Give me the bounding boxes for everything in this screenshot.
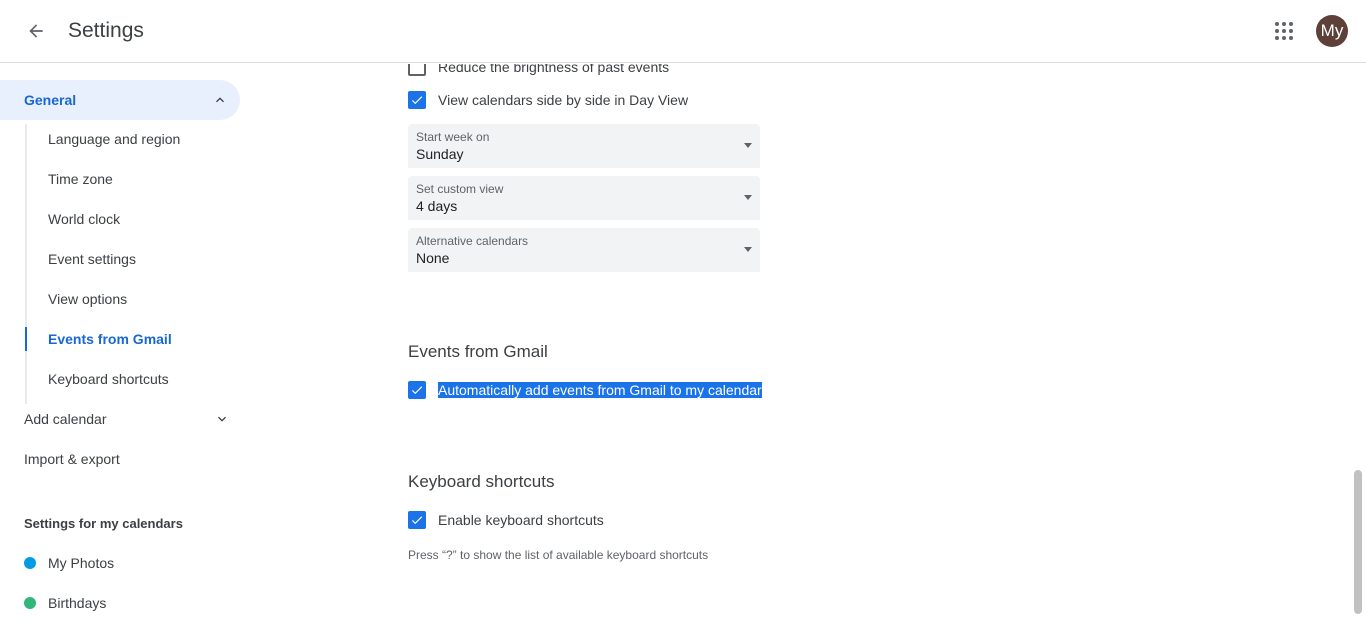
reduce-brightness-option[interactable]: Reduce the brightness of past events (408, 64, 669, 76)
side-by-side-checkbox[interactable] (408, 91, 426, 109)
reduce-brightness-label: Reduce the brightness of past events (438, 64, 670, 75)
keyboard-shortcuts-hint: Press “?” to show the list of available … (408, 548, 709, 562)
sidebar-item-world-clock[interactable]: World clock (48, 199, 238, 239)
chevron-up-icon (216, 97, 224, 103)
check-icon (411, 96, 423, 105)
alternative-calendars-select[interactable]: Alternative calendars None (408, 228, 760, 272)
events-from-gmail-heading: Events from Gmail (408, 342, 548, 361)
keyboard-shortcuts-option[interactable]: Enable keyboard shortcuts (408, 511, 604, 529)
side-by-side-option[interactable]: View calendars side by side in Day View (408, 91, 688, 109)
dropdown-arrow-icon (744, 247, 752, 252)
custom-view-label: Set custom view (416, 182, 504, 196)
sidebar-item-birthdays[interactable]: Birthdays (24, 583, 106, 623)
page-title: Settings (68, 19, 144, 42)
start-week-value: Sunday (416, 146, 464, 162)
sidebar-item-import-export[interactable]: Import & export (24, 439, 234, 479)
check-icon (411, 386, 423, 395)
chevron-down-icon (218, 416, 226, 422)
keyboard-shortcuts-heading: Keyboard shortcuts (408, 472, 555, 491)
check-icon (411, 516, 423, 525)
arrow-back-icon (29, 24, 43, 38)
alternative-calendars-label: Alternative calendars (416, 234, 529, 248)
sidebar-item-time-zone[interactable]: Time zone (48, 159, 238, 199)
alternative-calendars-value: None (416, 250, 450, 266)
apps-grid-icon (1275, 22, 1293, 40)
calendar-label: Birthdays (48, 595, 107, 611)
calendar-label: My Photos (48, 555, 115, 571)
sidebar-item-view-options[interactable]: View options (48, 279, 238, 319)
settings-sidebar: General Language and region Time zone Wo… (0, 64, 256, 614)
keyboard-shortcuts-label: Enable keyboard shortcuts (438, 512, 604, 528)
top-app-bar: Settings My (0, 0, 1366, 63)
dropdown-arrow-icon (744, 143, 752, 148)
submenu-divider (25, 124, 27, 404)
side-by-side-label: View calendars side by side in Day View (438, 92, 689, 108)
active-indicator (25, 327, 27, 351)
back-button[interactable] (20, 15, 52, 47)
apps-button[interactable] (1268, 15, 1300, 47)
dropdown-arrow-icon (744, 195, 752, 200)
sidebar-item-event-settings[interactable]: Event settings (48, 239, 238, 279)
sidebar-item-language-region[interactable]: Language and region (48, 119, 238, 159)
account-avatar[interactable]: My (1316, 15, 1348, 47)
start-week-label: Start week on (416, 130, 490, 144)
gmail-auto-add-checkbox[interactable] (408, 381, 426, 399)
start-week-select[interactable]: Start week on Sunday (408, 124, 760, 168)
sidebar-item-events-from-gmail[interactable]: Events from Gmail (48, 319, 238, 359)
calendar-color-dot (24, 597, 36, 609)
gmail-auto-add-option[interactable]: Automatically add events from Gmail to m… (408, 381, 762, 399)
sidebar-item-add-calendar[interactable]: Add calendar (24, 399, 234, 439)
custom-view-value: 4 days (416, 198, 458, 214)
reduce-brightness-checkbox[interactable] (408, 64, 426, 76)
sidebar-item-add-calendar-label: Add calendar (24, 411, 107, 427)
my-calendars-section-title: Settings for my calendars (24, 516, 183, 531)
calendar-color-dot (24, 557, 36, 569)
settings-content: Reduce the brightness of past events Vie… (256, 64, 1352, 614)
sidebar-item-keyboard-shortcuts[interactable]: Keyboard shortcuts (48, 359, 238, 399)
sidebar-item-general[interactable]: General (0, 80, 240, 120)
scrollbar-thumb[interactable] (1354, 470, 1362, 614)
gmail-auto-add-label: Automatically add events from Gmail to m… (438, 382, 762, 398)
sidebar-item-my-photos[interactable]: My Photos (24, 543, 114, 583)
custom-view-select[interactable]: Set custom view 4 days (408, 176, 760, 220)
sidebar-item-general-label: General (24, 92, 77, 108)
keyboard-shortcuts-checkbox[interactable] (408, 511, 426, 529)
